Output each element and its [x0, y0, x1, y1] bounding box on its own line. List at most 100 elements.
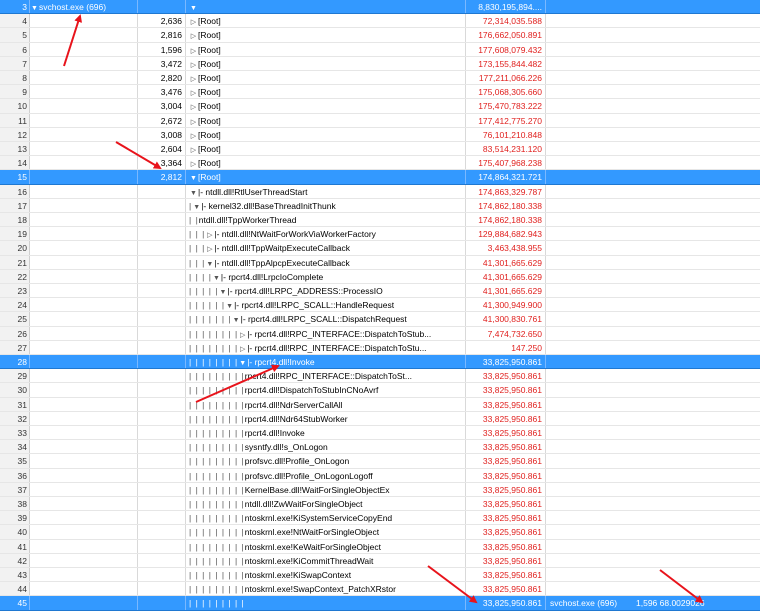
table-row[interactable]: 43 | | | | | | | | | ntoskrnl.exe!KiSwapC… — [0, 568, 760, 583]
table-row[interactable]: 4 2,636 ▷ [Root] 72,314,035.588 — [0, 14, 760, 29]
table-row[interactable]: 10 3,004 ▷ [Root] 175,470,783.222 — [0, 99, 760, 114]
expand-triangle-icon[interactable]: ▷ — [189, 144, 198, 155]
weight-cell: 33,825,950.861 — [466, 454, 546, 468]
table-row[interactable]: 25 | | | | | | | ▼|- rpcrt4.dll!LRPC_SCAL… — [0, 312, 760, 327]
table-row[interactable]: 7 3,472 ▷ [Root] 173,155,844.482 — [0, 56, 760, 71]
table-row[interactable]: 26 | | | | | | | | ▷ |- rpcrt4.dll!RPC_INT… — [0, 326, 760, 341]
table-row[interactable]: 12 3,008 ▷ [Root] 76,101,210.848 — [0, 127, 760, 142]
table-row[interactable]: 31 | | | | | | | | | rpcrt4.dll!NdrServer… — [0, 397, 760, 412]
row-number: 42 — [0, 553, 30, 567]
table-row[interactable]: 27 | | | | | | | | ▷ |- rpcrt4.dll!RPC_INT… — [0, 340, 760, 355]
table-row[interactable]: 38 | | | | | | | | | ntdll.dll!ZwWaitForS… — [0, 497, 760, 512]
table-row[interactable]: 44 | | | | | | | | | ntoskrnl.exe!SwapCon… — [0, 582, 760, 597]
expand-triangle-icon[interactable]: ▷ — [189, 59, 198, 70]
expand-triangle-icon[interactable]: ▷ — [189, 158, 198, 169]
expand-triangle-icon[interactable]: ▷ — [189, 45, 198, 56]
expand-triangle-icon[interactable]: ▷ — [189, 130, 198, 141]
weight-cell: 33,825,950.861 — [466, 468, 546, 482]
collapse-triangle-icon[interactable]: ▼ — [189, 172, 198, 183]
collapse-triangle-icon[interactable]: ▼ — [205, 258, 214, 269]
table-row[interactable]: 5 2,816 ▷ [Root] 176,662,050.891 — [0, 28, 760, 43]
tree-guide: | | | | | | | | | — [189, 527, 245, 538]
stack-frame: [Root] — [198, 115, 221, 126]
weight-cell: 33,825,950.861 — [466, 440, 546, 454]
process-cell — [30, 85, 138, 99]
table-row[interactable]: 13 2,604 ▷ [Root] 83,514,231.120 — [0, 142, 760, 157]
row-number: 29 — [0, 369, 30, 383]
expand-triangle-icon[interactable]: ▷ — [238, 343, 247, 354]
stack-frame: [Root] — [198, 30, 221, 41]
table-row[interactable]: 21 | | | ▼|- ntdll.dll!TppAlpcpExecuteCal… — [0, 255, 760, 270]
table-row[interactable]: 22 | | | | ▼|- rpcrt4.dll!LrpcIoComplete 4… — [0, 269, 760, 284]
table-row[interactable]: 8 2,820 ▷ [Root] 177,211,066.226 — [0, 71, 760, 86]
table-row[interactable]: 45 | | | | | | | | | 33,825,950.861 svchos… — [0, 596, 760, 611]
expand-triangle-icon[interactable]: ▷ — [189, 73, 198, 84]
collapse-triangle-icon[interactable]: ▼ — [192, 201, 201, 212]
table-row[interactable]: 30 | | | | | | | | | rpcrt4.dll!DispatchT… — [0, 383, 760, 398]
table-row[interactable]: 40 | | | | | | | | | ntoskrnl.exe!NtWaitF… — [0, 525, 760, 540]
collapse-triangle-icon[interactable]: ▼ — [219, 286, 228, 297]
table-row[interactable]: 14 3,364 ▷ [Root] 175,407,968.238 — [0, 156, 760, 171]
table-row[interactable]: 9 3,476 ▷ [Root] 175,068,305.660 — [0, 85, 760, 100]
table-row[interactable]: 15 2,812 ▼[Root] 174,864,321.721 — [0, 170, 760, 185]
table-row[interactable]: 18 | | ntdll.dll!TppWorkerThread 174,862,1… — [0, 213, 760, 228]
tree-guide: | | | | | | | | | — [189, 499, 245, 509]
stack-frame: rpcrt4.dll!RPC_INTERFACE::DispatchToSt..… — [244, 371, 412, 382]
table-row[interactable]: 24 | | | | | | ▼|- rpcrt4.dll!LRPC_SCALL:… — [0, 298, 760, 313]
table-row[interactable]: 28 | | | | | | | | ▼|- rpcrt4.dll!Invoke 3… — [0, 355, 760, 370]
expand-triangle-icon[interactable]: ▷ — [189, 16, 198, 27]
expand-triangle-icon[interactable]: ▷ — [205, 243, 214, 254]
stack-cell: | | | | | | | | | — [186, 596, 466, 610]
weight-cell: 175,068,305.660 — [466, 85, 546, 99]
process-cell — [30, 326, 138, 340]
table-row[interactable]: 29 | | | | | | | | | rpcrt4.dll!RPC_INTER… — [0, 369, 760, 384]
tree-guide: | | | | | | | | — [189, 328, 239, 339]
table-row[interactable]: 3 ▼svchost.exe (696) ▼ 8,830,195,894.... — [0, 0, 760, 15]
table-row[interactable]: 11 2,672 ▷ [Root] 177,412,775.270 — [0, 113, 760, 128]
process-cell — [30, 482, 138, 496]
expand-triangle-icon[interactable]: ▷ — [238, 329, 247, 340]
tree-guide: | | | | | | | | | — [189, 541, 245, 552]
weight-cell: 173,155,844.482 — [466, 56, 546, 70]
collapse-triangle-icon[interactable]: ▼ — [238, 357, 247, 368]
row-number: 38 — [0, 497, 30, 511]
expand-triangle-icon[interactable]: ▷ — [189, 30, 198, 41]
process-cell — [30, 127, 138, 141]
count-cell: 2,816 — [138, 28, 186, 42]
weight-cell: 176,662,050.891 — [466, 28, 546, 42]
table-row[interactable]: 19 | | | ▷ |- ntdll.dll!NtWaitForWorkViaWo… — [0, 227, 760, 242]
table-row[interactable]: 42 | | | | | | | | | ntoskrnl.exe!KiCommi… — [0, 553, 760, 568]
table-row[interactable]: 23 | | | | | ▼|- rpcrt4.dll!LRPC_ADDRESS:… — [0, 284, 760, 299]
row-number: 35 — [0, 454, 30, 468]
table-row[interactable]: 6 1,596 ▷ [Root] 177,608,079.432 — [0, 42, 760, 57]
expand-triangle-icon[interactable]: ▷ — [189, 101, 198, 112]
table-row[interactable]: 17 | ▼|- kernel32.dll!BaseThreadInitThunk… — [0, 198, 760, 213]
stack-cell: ▷ [Root] — [186, 99, 466, 113]
expand-triangle-icon[interactable]: ▷ — [189, 87, 198, 98]
expand-triangle-icon[interactable]: ▼ — [30, 2, 39, 13]
row-number: 25 — [0, 312, 30, 326]
table-row[interactable]: 16 ▼|- ntdll.dll!RtlUserThreadStart 174,86… — [0, 184, 760, 199]
table-row[interactable]: 34 | | | | | | | | | sysntfy.dll!s_OnLogo… — [0, 440, 760, 455]
weight-cell: 33,825,950.861 — [466, 383, 546, 397]
process-cell — [30, 198, 138, 212]
table-row[interactable]: 33 | | | | | | | | | rpcrt4.dll!Invoke 33,… — [0, 426, 760, 441]
collapse-triangle-icon[interactable]: ▼ — [189, 2, 198, 13]
table-row[interactable]: 37 | | | | | | | | | KernelBase.dll!WaitF… — [0, 482, 760, 497]
table-row[interactable]: 35 | | | | | | | | | profsvc.dll!Profile_… — [0, 454, 760, 469]
table-row[interactable]: 32 | | | | | | | | | rpcrt4.dll!Ndr64Stub… — [0, 411, 760, 426]
stack-cell: | ▼|- kernel32.dll!BaseThreadInitThunk — [186, 198, 466, 212]
collapse-triangle-icon[interactable]: ▼ — [212, 272, 221, 283]
collapse-triangle-icon[interactable]: ▼ — [225, 300, 234, 311]
expand-triangle-icon[interactable]: ▷ — [205, 229, 214, 240]
count-cell — [138, 568, 186, 582]
table-row[interactable]: 20 | | | ▷ |- ntdll.dll!TppWaitpExecuteCal… — [0, 241, 760, 256]
stack-frame: rpcrt4.dll!Invoke — [244, 428, 305, 438]
table-row[interactable]: 39 | | | | | | | | | ntoskrnl.exe!KiSyste… — [0, 511, 760, 526]
row-number: 8 — [0, 71, 30, 85]
collapse-triangle-icon[interactable]: ▼ — [189, 187, 198, 198]
expand-triangle-icon[interactable]: ▷ — [189, 116, 198, 127]
table-row[interactable]: 41 | | | | | | | | | ntoskrnl.exe!KeWaitF… — [0, 539, 760, 554]
collapse-triangle-icon[interactable]: ▼ — [232, 314, 241, 325]
table-row[interactable]: 36 | | | | | | | | | profsvc.dll!Profile_… — [0, 468, 760, 483]
